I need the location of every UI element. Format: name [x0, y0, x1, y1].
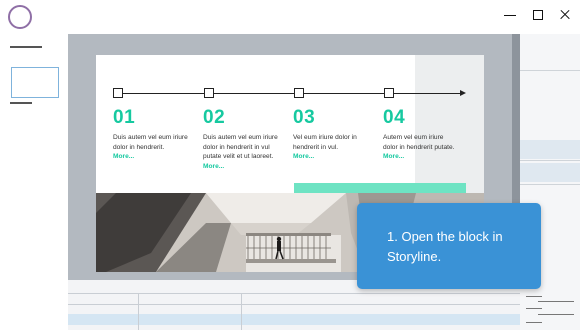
step-text-line: dolor in hendrerit in vul [203, 143, 270, 151]
step-number: 04 [383, 107, 406, 128]
timeline-column-divider [241, 294, 242, 330]
panel-row[interactable] [520, 140, 580, 159]
step-description: Vel eum iriure dolor in hendrerit in vul… [293, 133, 381, 162]
instruction-callout: 1. Open the block in Storyline. [357, 203, 541, 289]
timeline-node [204, 88, 214, 98]
step-description: Duis autem vel eum iriure dolor in hendr… [113, 133, 201, 162]
maximize-icon[interactable] [530, 7, 546, 23]
slide-thumbnail[interactable] [11, 67, 59, 98]
more-link[interactable]: More... [383, 152, 471, 162]
step-text-line: hendrerit in vul. [293, 143, 339, 151]
panel-divider-line [520, 184, 580, 185]
panel-divider-line [520, 160, 580, 161]
more-link[interactable]: More... [203, 162, 291, 172]
step-number: 03 [293, 107, 316, 128]
timeline-column-divider [138, 294, 139, 330]
panel-divider-line [10, 102, 32, 104]
panel-header-line [10, 46, 42, 48]
step-description: Autem vel eum iriure dolor in hendrerit … [383, 133, 471, 162]
step-text-line: dolor in hendrerit. [113, 143, 165, 151]
minimize-icon[interactable] [502, 7, 518, 23]
step-number: 02 [203, 107, 226, 128]
timeline-arrow-line [118, 93, 464, 94]
step-number: 01 [113, 107, 136, 128]
title-bar [0, 0, 580, 34]
list-icon [526, 308, 542, 310]
more-link[interactable]: More... [113, 152, 201, 162]
timeline-node [294, 88, 304, 98]
step-description: Duis autem vel eum iriure dolor in hendr… [203, 133, 291, 171]
step-text-line: Duis autem vel eum iriure [113, 134, 188, 141]
arrow-right-icon [460, 90, 466, 96]
more-link[interactable]: More... [293, 152, 381, 162]
timeline-node [113, 88, 123, 98]
timeline-row-line [68, 304, 520, 305]
timeline-selected-row[interactable] [68, 314, 520, 325]
callout-text: 1. Open the block in Storyline. [387, 229, 503, 264]
close-icon[interactable] [558, 7, 574, 23]
step-text-line: Autem vel eum iriure [383, 134, 444, 141]
list-icon [538, 314, 574, 316]
circle-logo-icon [8, 5, 32, 29]
step-text-line: Duis autem vel eum iriure [203, 134, 278, 141]
highlight-bar [294, 183, 466, 193]
list-icon [538, 301, 574, 303]
step-text-line: Vel eum iriure dolor in [293, 134, 357, 141]
panel-row[interactable] [520, 163, 580, 182]
list-icon [526, 322, 542, 324]
timeline-row-line [68, 293, 520, 294]
panel-divider-line [520, 70, 580, 71]
step-text-line: putate velit et ut laoreet. [203, 153, 274, 160]
step-text-line: dolor in hendrerit putate. [383, 143, 455, 151]
list-icon[interactable] [526, 296, 542, 298]
timeline-node [384, 88, 394, 98]
